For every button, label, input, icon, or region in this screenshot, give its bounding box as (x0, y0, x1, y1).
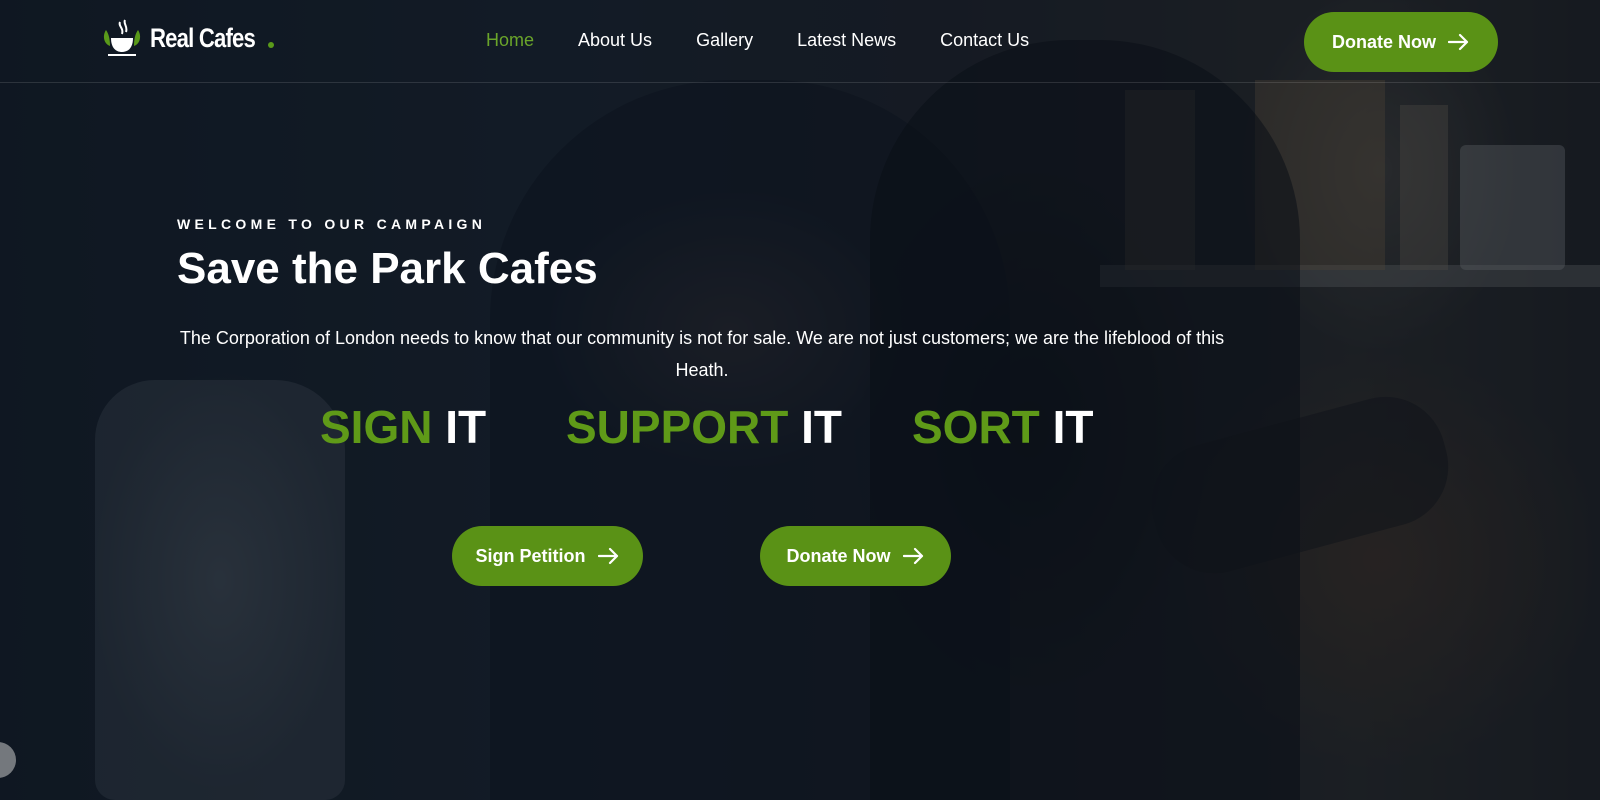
sign-petition-label: Sign Petition (475, 545, 586, 566)
header-donate-label: Donate Now (1331, 31, 1436, 52)
nav-item-contact-us[interactable]: Contact Us (940, 30, 1029, 51)
slogan-suffix: IT (801, 401, 843, 453)
hero-description: The Corporation of London needs to know … (179, 328, 1225, 380)
slogan-suffix: IT (445, 401, 487, 453)
site-header: Real Cafes Home About Us Gallery Latest … (0, 0, 1600, 83)
site-logo[interactable]: Real Cafes (100, 16, 275, 60)
slogan-word: SUPPORT (566, 401, 789, 453)
logo-text: Real Cafes (150, 22, 256, 53)
slogan-word: SIGN (320, 401, 433, 453)
slogan-suffix: IT (1052, 401, 1094, 453)
slogan-sign-it: SIGN IT (320, 400, 486, 454)
nav-item-latest-news[interactable]: Latest News (797, 30, 896, 51)
hero-title: Save the Park Cafes (177, 244, 598, 293)
hero-donate-button[interactable]: Donate Now (760, 526, 951, 586)
nav-item-home[interactable]: Home (486, 30, 534, 51)
arrow-right-icon (1448, 33, 1469, 51)
nav-item-about-us[interactable]: About Us (578, 30, 652, 51)
logo-dot (268, 42, 275, 48)
slogan-word: SORT (912, 401, 1040, 453)
arrow-right-icon (597, 547, 618, 565)
coffee-cup-leaves-icon (103, 19, 141, 56)
slogan-sort-it: SORT IT (912, 400, 1093, 454)
slogan-support-it: SUPPORT IT (566, 400, 842, 454)
hero-donate-label: Donate Now (786, 545, 891, 566)
nav-item-gallery[interactable]: Gallery (696, 30, 753, 51)
sign-petition-button[interactable]: Sign Petition (452, 526, 643, 586)
header-donate-button[interactable]: Donate Now (1304, 12, 1498, 72)
hero-eyebrow: WELCOME TO OUR CAMPAIGN (177, 216, 487, 232)
arrow-right-icon (902, 547, 923, 565)
main-nav: Home About Us Gallery Latest News Contac… (486, 30, 1029, 51)
